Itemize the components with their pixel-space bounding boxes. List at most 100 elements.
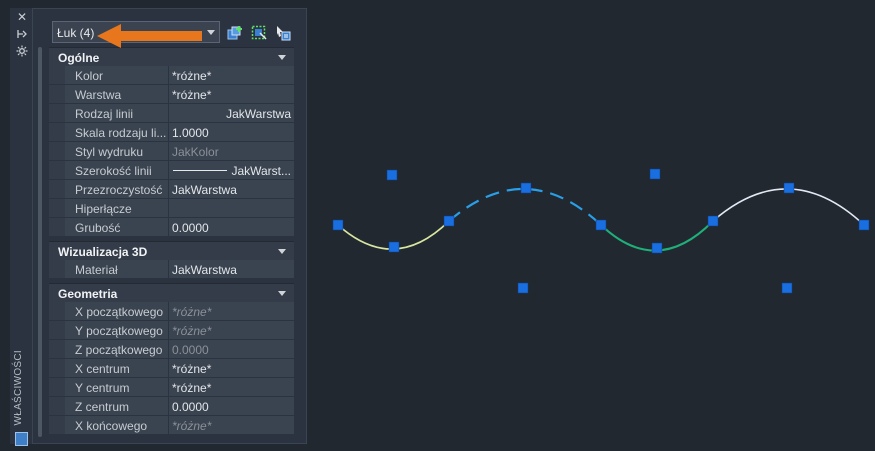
property-row[interactable]: Styl wydruku JakKolor (49, 142, 294, 161)
property-row[interactable]: X początkowego *różne* (49, 302, 294, 321)
property-row[interactable]: X końcowego *różne* (49, 416, 294, 435)
grip-arc2-end[interactable] (595, 219, 607, 231)
property-value[interactable]: JakWarstwa (169, 260, 294, 278)
grip-arc3-mid[interactable] (651, 242, 663, 254)
pin-icon[interactable] (15, 28, 29, 41)
property-value[interactable]: JakWarst... (169, 161, 294, 179)
grip-arc4-end[interactable] (858, 219, 870, 231)
grip-arc1-start[interactable] (332, 219, 344, 231)
property-value[interactable]: JakKolor (169, 142, 294, 160)
property-row[interactable]: Hiperłącze (49, 199, 294, 218)
row-gutter (49, 378, 65, 396)
close-icon[interactable]: ✕ (15, 11, 29, 24)
property-value[interactable]: *różne* (169, 66, 294, 84)
property-value[interactable]: 0.0000 (169, 218, 294, 236)
property-value[interactable]: *różne* (169, 416, 294, 434)
property-label: X końcowego (65, 416, 169, 434)
property-label: Z centrum (65, 397, 169, 415)
object-type-value: Łuk (4) (57, 26, 95, 40)
property-value[interactable]: 0.0000 (169, 397, 294, 415)
row-gutter (49, 359, 65, 377)
property-row[interactable]: Przezroczystość JakWarstwa (49, 180, 294, 199)
property-value[interactable] (169, 199, 294, 217)
property-row[interactable]: Z centrum 0.0000 (49, 397, 294, 416)
property-value[interactable]: *różne* (169, 321, 294, 339)
property-label: Przezroczystość (65, 180, 169, 198)
row-gutter (49, 180, 65, 198)
property-label: Y początkowego (65, 321, 169, 339)
grip-arc2-center[interactable] (517, 282, 529, 294)
grip-arc3-end[interactable] (707, 215, 719, 227)
toggle-pickadd-icon[interactable] (275, 25, 291, 41)
palette-scrollbar[interactable] (38, 47, 42, 437)
property-row[interactable]: X centrum *różne* (49, 359, 294, 378)
section-header[interactable]: Geometria (49, 283, 294, 302)
section-header[interactable]: Ogólne (49, 47, 294, 66)
property-label: Warstwa (65, 85, 169, 103)
grip-arc1-end[interactable] (443, 215, 455, 227)
grip-arc1-mid[interactable] (388, 241, 400, 253)
property-row[interactable]: Warstwa *różne* (49, 85, 294, 104)
row-gutter (49, 416, 65, 434)
arc-2[interactable] (448, 187, 602, 226)
property-value[interactable]: *różne* (169, 359, 294, 377)
section-title: Ogólne (58, 51, 100, 65)
property-row[interactable]: Y centrum *różne* (49, 378, 294, 397)
row-gutter (49, 340, 65, 358)
property-label: Y centrum (65, 378, 169, 396)
property-label: Szerokość linii (65, 161, 169, 179)
property-value[interactable]: *różne* (169, 378, 294, 396)
property-label: Materiał (65, 260, 169, 278)
property-label: X centrum (65, 359, 169, 377)
property-label: Skala rodzaju li... (65, 123, 169, 141)
select-objects-icon[interactable] (251, 25, 267, 41)
quick-select-icon[interactable] (227, 25, 243, 41)
property-label: Kolor (65, 66, 169, 84)
chevron-down-icon (207, 30, 215, 35)
chevron-down-icon[interactable] (278, 291, 286, 296)
row-gutter (49, 123, 65, 141)
object-type-dropdown[interactable]: Łuk (4) (52, 21, 220, 43)
property-value[interactable]: 1.0000 (169, 123, 294, 141)
property-row[interactable]: Y początkowego *różne* (49, 321, 294, 340)
palette-title-strip[interactable]: ✕ WŁAŚCIWOŚCI (10, 8, 33, 446)
palette-title: WŁAŚCIWOŚCI (13, 350, 24, 426)
row-gutter (49, 218, 65, 236)
property-value[interactable]: 0.0000 (169, 340, 294, 358)
chevron-down-icon[interactable] (278, 55, 286, 60)
row-gutter (49, 85, 65, 103)
row-gutter (49, 199, 65, 217)
arc-4[interactable] (712, 188, 865, 226)
property-value[interactable]: JakWarstwa (169, 104, 294, 122)
row-gutter (49, 397, 65, 415)
grip-arc4-center[interactable] (781, 282, 793, 294)
property-label: X początkowego (65, 302, 169, 320)
properties-grid: Ogólne Kolor *różne* Warstwa *różne* Rodzaj l… (49, 47, 294, 435)
property-value[interactable]: JakWarstwa (169, 180, 294, 198)
lineweight-preview (173, 170, 227, 171)
settings-icon[interactable] (15, 45, 29, 58)
property-value[interactable]: *różne* (169, 302, 294, 320)
property-row[interactable]: Skala rodzaju li... 1.0000 (49, 123, 294, 142)
grip-arc2-mid[interactable] (520, 182, 532, 194)
row-gutter (49, 66, 65, 84)
grip-arc1-center[interactable] (386, 169, 398, 181)
property-value-text: JakWarst... (231, 164, 291, 178)
section-header[interactable]: Wizualizacja 3D (49, 241, 294, 260)
row-gutter (49, 142, 65, 160)
property-label: Z początkowego (65, 340, 169, 358)
property-label: Rodzaj linii (65, 104, 169, 122)
property-label: Grubość (65, 218, 169, 236)
grip-arc3-center[interactable] (649, 168, 661, 180)
property-row[interactable]: Szerokość linii JakWarst... (49, 161, 294, 180)
property-row[interactable]: Kolor *różne* (49, 66, 294, 85)
property-value[interactable]: *różne* (169, 85, 294, 103)
section-title: Wizualizacja 3D (58, 245, 148, 259)
grip-arc4-mid[interactable] (783, 182, 795, 194)
properties-palette-icon[interactable] (15, 432, 28, 446)
property-row[interactable]: Grubość 0.0000 (49, 218, 294, 237)
property-row[interactable]: Materiał JakWarstwa (49, 260, 294, 279)
chevron-down-icon[interactable] (278, 249, 286, 254)
property-row[interactable]: Rodzaj linii JakWarstwa (49, 104, 294, 123)
property-row[interactable]: Z początkowego 0.0000 (49, 340, 294, 359)
